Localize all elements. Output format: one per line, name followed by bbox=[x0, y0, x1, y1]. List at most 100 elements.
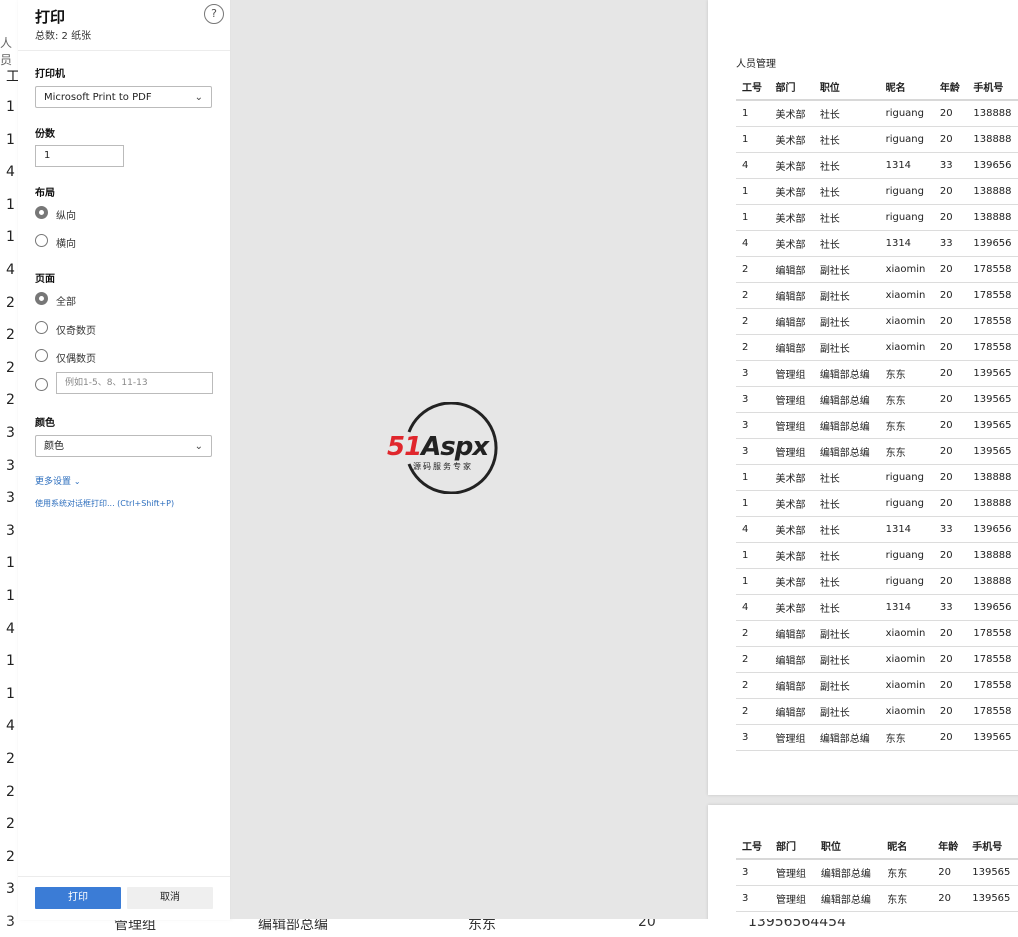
color-label: 颜色 bbox=[35, 418, 55, 429]
column-header: 手机号 bbox=[966, 832, 1018, 860]
table-cell: 美术部 bbox=[769, 230, 814, 257]
background-row-id: 1 bbox=[6, 131, 15, 148]
table-cell: 33 bbox=[933, 230, 968, 257]
table-cell: 139656 bbox=[967, 516, 1018, 543]
table-cell: 138888 bbox=[967, 490, 1018, 517]
table-cell: xiaomin bbox=[879, 698, 934, 725]
table-cell: 社长 bbox=[813, 204, 880, 231]
table-cell: 1 bbox=[736, 542, 770, 569]
table-cell: 2 bbox=[736, 646, 770, 673]
color-select[interactable]: 颜色 ⌄ bbox=[35, 435, 212, 457]
table-cell: 20 bbox=[933, 126, 968, 153]
table-cell: xiaomin bbox=[879, 672, 934, 699]
table-cell: 1 bbox=[736, 100, 770, 127]
color-value: 颜色 bbox=[44, 441, 64, 452]
background-row-id: 1 bbox=[6, 653, 15, 670]
table-cell: riguang bbox=[879, 490, 934, 517]
chevron-down-icon: ⌄ bbox=[73, 477, 81, 486]
radio-icon bbox=[35, 321, 48, 334]
table-cell: 138888 bbox=[967, 178, 1018, 205]
table-row: 3 管理组 编辑部总编 东东 20 139565 bbox=[736, 360, 1018, 387]
table-cell: 2 bbox=[736, 620, 770, 647]
table-cell: 1 bbox=[736, 490, 770, 517]
table-cell: 20 bbox=[933, 334, 968, 361]
chevron-down-icon: ⌄ bbox=[194, 441, 203, 452]
table-cell: 4 bbox=[736, 230, 770, 257]
table-cell: 139565 bbox=[967, 386, 1018, 413]
table-cell: 139565 bbox=[967, 438, 1018, 465]
table-cell: 139656 bbox=[967, 230, 1018, 257]
background-row-id: 4 bbox=[6, 262, 15, 278]
table-cell: 3 bbox=[736, 412, 770, 439]
table-cell: 1 bbox=[736, 204, 770, 231]
radio-icon bbox=[35, 378, 48, 391]
table-row: 4 美术部 社长 1314 33 139656 bbox=[736, 594, 1018, 621]
table-cell: riguang bbox=[879, 126, 934, 153]
background-row-id: 2 bbox=[6, 816, 15, 833]
table-cell: 2 bbox=[736, 698, 770, 725]
table-row: 4 美术部 社长 1314 33 139656 bbox=[736, 516, 1018, 543]
dialog-title: 打印 bbox=[35, 8, 66, 26]
table-cell: 2 bbox=[736, 308, 770, 335]
table-cell: 138888 bbox=[967, 542, 1018, 569]
table-cell: 东东 bbox=[879, 724, 934, 751]
table-cell: 4 bbox=[736, 594, 770, 621]
table-cell: xiaomin bbox=[879, 282, 934, 309]
table-cell: 138888 bbox=[967, 464, 1018, 491]
background-row-id: 2 bbox=[6, 392, 15, 409]
copies-input[interactable]: 1 bbox=[35, 145, 124, 167]
background-row-id: 2 bbox=[6, 327, 15, 344]
table-cell: 副社长 bbox=[813, 256, 880, 283]
layout-landscape-label: 横向 bbox=[56, 239, 76, 250]
more-settings-label: 更多设置 bbox=[35, 477, 72, 487]
table-row: 2 编辑部 副社长 xiaomin 20 178558 bbox=[736, 672, 1018, 699]
table-cell: 20 bbox=[933, 204, 968, 231]
table-row: 1 美术部 社长 riguang 20 138888 bbox=[736, 178, 1018, 205]
table-cell: 1 bbox=[736, 464, 770, 491]
dialog-footer: 打印 取消 bbox=[18, 876, 230, 920]
table-cell: 3 bbox=[736, 360, 770, 387]
table-cell: 社长 bbox=[813, 516, 880, 543]
background-heading: 人员 bbox=[0, 36, 13, 67]
column-header: 年龄 bbox=[933, 73, 968, 101]
column-header: 工号 bbox=[736, 832, 771, 860]
table-cell: 美术部 bbox=[769, 100, 814, 127]
system-dialog-link[interactable]: 使用系统对话框打印... (Ctrl+Shift+P) bbox=[35, 498, 174, 509]
page-range-input[interactable]: 例如1-5、8、11-13 bbox=[56, 372, 213, 394]
table-header-row: 工号 部门 职位 昵名 年龄 手机号 bbox=[736, 832, 1018, 860]
table-cell: 编辑部总编 bbox=[814, 859, 882, 886]
table-cell: 139565 bbox=[966, 859, 1018, 886]
column-header: 手机号 bbox=[967, 73, 1018, 101]
cancel-button[interactable]: 取消 bbox=[127, 887, 213, 909]
more-settings-link[interactable]: 更多设置 ⌄ bbox=[35, 474, 81, 487]
table-cell: 编辑部总编 bbox=[813, 412, 880, 439]
sheet-count: 总数: 2 纸张 bbox=[35, 31, 92, 42]
table-cell: 编辑部总编 bbox=[813, 360, 880, 387]
preview-page-1: 人员管理 工号 部门 职位 昵名 年龄 手机号 1 美术部 社长 riguang 20 138888… bbox=[708, 0, 1018, 795]
table-row: 2 编辑部 副社长 xiaomin 20 178558 bbox=[736, 698, 1018, 725]
table-cell: 3 bbox=[736, 386, 770, 413]
table-cell: 2 bbox=[736, 334, 770, 361]
table-cell: 3 bbox=[736, 885, 771, 912]
logo-tagline: 源码服务专家 bbox=[413, 462, 473, 471]
table-cell: 东东 bbox=[881, 885, 933, 912]
table-cell: xiaomin bbox=[879, 646, 934, 673]
table-cell: xiaomin bbox=[879, 308, 934, 335]
table-row: 4 美术部 社长 1314 33 139656 bbox=[736, 230, 1018, 257]
copies-label: 份数 bbox=[35, 129, 55, 140]
print-preview-area[interactable]: 人员管理 工号 部门 职位 昵名 年龄 手机号 1 美术部 社长 riguang 20 138888… bbox=[231, 0, 1018, 919]
table-cell: 20 bbox=[933, 386, 968, 413]
table-cell: 副社长 bbox=[813, 282, 880, 309]
table-cell: 1314 bbox=[879, 152, 934, 179]
column-header: 部门 bbox=[770, 832, 815, 860]
print-button[interactable]: 打印 bbox=[35, 887, 121, 909]
help-icon[interactable]: ? bbox=[204, 4, 224, 24]
table-row: 1 美术部 社长 riguang 20 138888 bbox=[736, 464, 1018, 491]
table-cell: 管理组 bbox=[769, 386, 814, 413]
table-cell: 20 bbox=[932, 885, 967, 912]
table-cell: 编辑部总编 bbox=[813, 438, 880, 465]
logo-number: 51 bbox=[387, 432, 422, 462]
printer-select[interactable]: Microsoft Print to PDF ⌄ bbox=[35, 86, 212, 108]
table-cell: 4 bbox=[736, 516, 770, 543]
background-row-id: 2 bbox=[6, 294, 15, 311]
